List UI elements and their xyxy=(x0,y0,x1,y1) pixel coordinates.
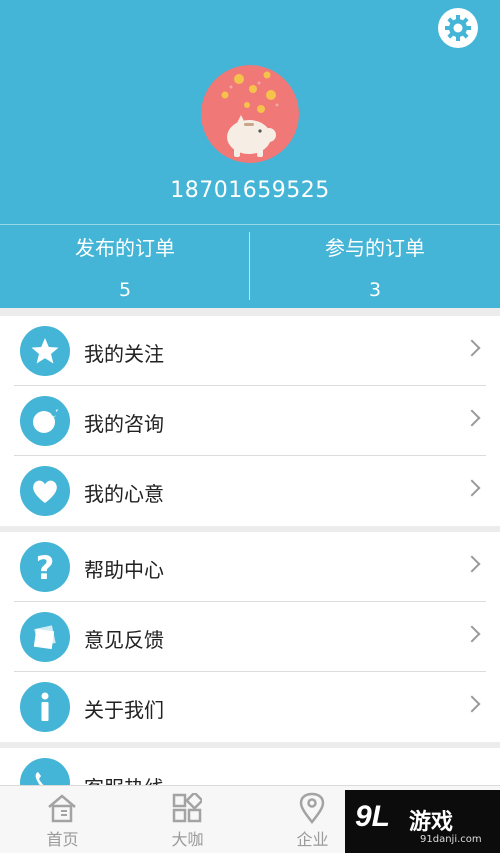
menu-item-consultations[interactable]: 我的咨询 xyxy=(0,386,500,456)
phone-icon xyxy=(20,758,70,788)
joined-orders-stat[interactable]: 参与的订单 3 xyxy=(250,232,500,301)
info-icon xyxy=(20,682,70,732)
menu-item-about[interactable]: 关于我们 xyxy=(0,672,500,742)
menu-item-feedback[interactable]: 意见反馈 xyxy=(0,602,500,672)
menu-item-label: 帮助中心 xyxy=(84,558,164,582)
watermark-url: 91danji.com xyxy=(420,834,482,845)
joined-orders-count: 3 xyxy=(368,279,382,301)
menu-item-help[interactable]: ? 帮助中心 xyxy=(0,532,500,602)
phone-number: 18701659525 xyxy=(170,178,330,203)
piggy-bank-avatar xyxy=(201,65,299,163)
menu-item-label: 意见反馈 xyxy=(84,628,164,652)
menu-item-hotline[interactable]: 客服热线 xyxy=(0,748,500,788)
menu-item-favorites[interactable]: 我的关注 xyxy=(0,316,500,386)
published-orders-stat[interactable]: 发布的订单 5 xyxy=(0,232,250,301)
chevron-right-icon xyxy=(463,695,481,713)
heart-icon xyxy=(20,466,70,516)
watermark-name: 游戏 xyxy=(409,810,454,835)
chevron-right-icon xyxy=(463,339,481,357)
site-watermark: 9L 游戏 91danji.com xyxy=(345,790,500,853)
menu-item-wishes[interactable]: 我的心意 xyxy=(0,456,500,526)
menu-item-label: 我的心意 xyxy=(84,482,164,506)
tab-experts[interactable]: 大咖 xyxy=(125,786,250,853)
question-icon: ? xyxy=(20,542,70,592)
chevron-right-icon xyxy=(463,479,481,497)
menu-group-personal: 我的关注 我的咨询 我的心意 xyxy=(0,316,500,526)
menu-group-contact: 客服热线 xyxy=(0,748,500,788)
home-icon xyxy=(46,792,78,824)
published-orders-label: 发布的订单 xyxy=(75,236,175,260)
feedback-icon xyxy=(20,612,70,662)
watermark-logo: 9L xyxy=(355,800,391,833)
avatar[interactable] xyxy=(201,65,299,163)
joined-orders-label: 参与的订单 xyxy=(325,236,425,260)
chevron-right-icon xyxy=(463,625,481,643)
svg-text:?: ? xyxy=(36,550,55,584)
star-icon xyxy=(20,326,70,376)
menu-group-support: ? 帮助中心 意见反馈 关于我们 xyxy=(0,532,500,742)
published-orders-count: 5 xyxy=(118,279,132,301)
grid-icon xyxy=(171,792,203,824)
location-pin-icon xyxy=(296,792,328,824)
settings-button[interactable] xyxy=(438,8,478,48)
chat-bubble-icon xyxy=(20,396,70,446)
stats-divider-line xyxy=(0,224,500,225)
gear-icon xyxy=(445,15,471,41)
chevron-right-icon xyxy=(463,409,481,427)
menu-item-label: 关于我们 xyxy=(84,698,164,722)
profile-header: 18701659525 发布的订单 5 参与的订单 3 xyxy=(0,0,500,308)
tab-label: 大咖 xyxy=(171,830,204,849)
tab-home[interactable]: 首页 xyxy=(0,786,125,853)
tab-label: 首页 xyxy=(46,830,79,849)
menu-item-label: 我的关注 xyxy=(84,342,164,366)
chevron-right-icon xyxy=(463,555,481,573)
menu-item-label: 我的咨询 xyxy=(84,412,164,436)
